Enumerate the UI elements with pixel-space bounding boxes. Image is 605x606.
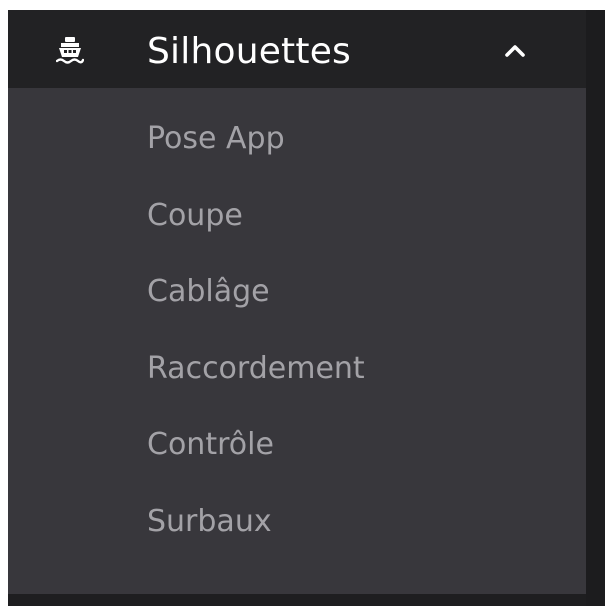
submenu-item-controle[interactable]: Contrôle <box>8 408 586 485</box>
next-menu-edge <box>8 594 586 606</box>
menu-header-title: Silhouettes <box>147 31 351 72</box>
submenu-item-label: Contrôle <box>147 427 274 463</box>
submenu-item-pose-app[interactable]: Pose App <box>8 102 586 179</box>
submenu-item-label: Pose App <box>147 121 285 156</box>
ship-icon <box>56 37 84 64</box>
submenu-item-label: Cablâge <box>147 274 270 310</box>
submenu-item-raccordement[interactable]: Raccordement <box>8 332 586 409</box>
submenu-item-cablage[interactable]: Cablâge <box>8 255 586 332</box>
sidebar: Silhouettes Pose App Coupe Cablâge Racco… <box>8 10 605 606</box>
menu-header-silhouettes[interactable]: Silhouettes <box>8 10 586 88</box>
sidebar-menu-group: Silhouettes Pose App Coupe Cablâge Racco… <box>8 10 586 594</box>
submenu-item-label: Coupe <box>147 197 243 233</box>
submenu-item-label: Raccordement <box>147 350 365 386</box>
submenu-list: Pose App Coupe Cablâge Raccordement Cont… <box>8 102 586 562</box>
submenu-item-label: Surbaux <box>147 503 272 539</box>
sidebar-edge <box>586 10 605 606</box>
submenu-item-surbaux[interactable]: Surbaux <box>8 485 586 562</box>
submenu-item-coupe[interactable]: Coupe <box>8 179 586 256</box>
chevron-up-icon[interactable] <box>504 42 526 58</box>
